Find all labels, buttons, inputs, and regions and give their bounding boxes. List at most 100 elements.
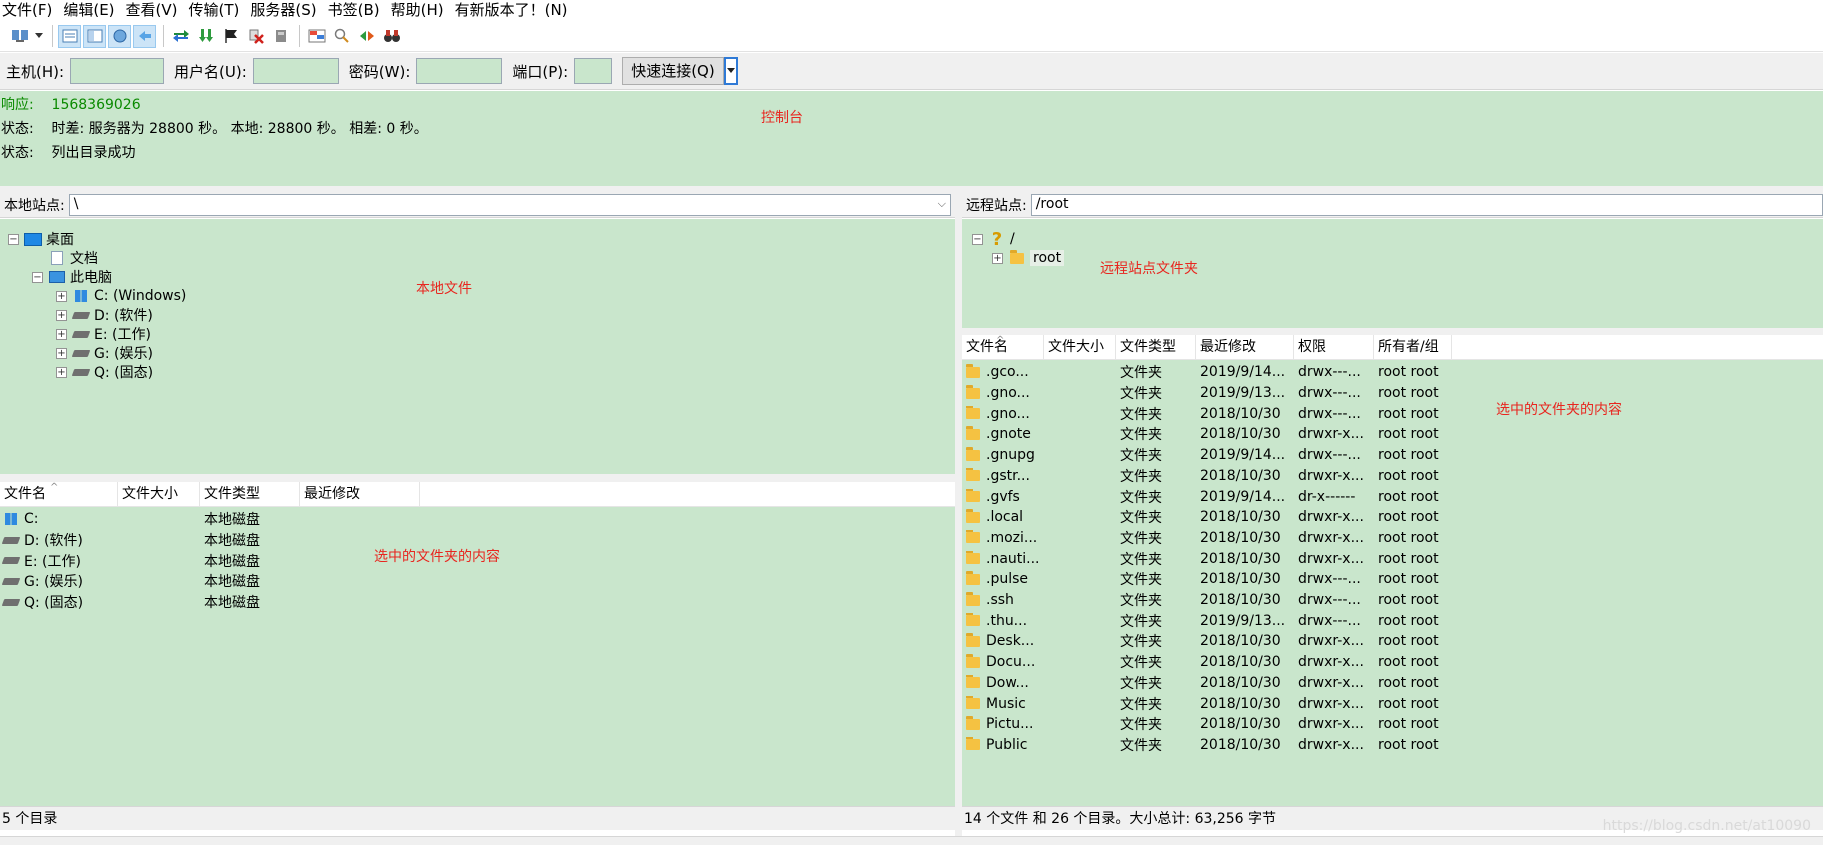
toggle-log-icon[interactable] <box>58 24 81 48</box>
host-input[interactable] <box>70 58 165 84</box>
flag-icon[interactable] <box>219 25 242 48</box>
toggle-queue-icon[interactable] <box>133 24 156 48</box>
local-tree-item[interactable]: + G: (娱乐) <box>56 343 153 363</box>
remote-file-row[interactable]: .gnote 文件夹 2018/10/30 drwxr-x... root root <box>962 424 1452 445</box>
remote-tree-item[interactable]: + root <box>992 248 1065 268</box>
remote-column-header[interactable]: 所有者/组 <box>1374 335 1452 359</box>
local-file-row[interactable]: Q: (固态) 本地磁盘 <box>0 592 420 613</box>
quickconnect-button[interactable]: 快速连接(Q) <box>622 57 724 85</box>
menu-item[interactable]: 传输(T) <box>187 0 244 20</box>
remote-file-row[interactable]: Pictu... 文件夹 2018/10/30 drwxr-x... root root <box>962 714 1452 735</box>
remote-column-header[interactable]: 最近修改 <box>1196 335 1294 359</box>
remote-file-row[interactable]: .thu... 文件夹 2019/9/13... drwx---... root roo… <box>962 610 1452 631</box>
sync-browse-icon[interactable] <box>355 25 378 48</box>
port-input[interactable] <box>574 58 613 84</box>
quickconnect-dropdown-button[interactable] <box>723 57 738 85</box>
toggle-local-tree-icon[interactable] <box>83 24 106 48</box>
remote-path-input[interactable]: /root <box>1030 193 1823 216</box>
remote-file-row[interactable]: .pulse 文件夹 2018/10/30 drwx---... root root <box>962 569 1452 590</box>
local-tree-item[interactable]: + E: (工作) <box>56 324 151 344</box>
remote-cell-type: 文件夹 <box>1116 362 1196 382</box>
remote-file-row[interactable]: .ssh 文件夹 2018/10/30 drwx---... root root <box>962 590 1452 611</box>
search-icon[interactable] <box>330 25 353 48</box>
site-manager-icon[interactable] <box>8 25 31 48</box>
remote-file-row[interactable]: .gno... 文件夹 2018/10/30 drwx---... root root <box>962 403 1452 424</box>
menu-item[interactable]: 帮助(H) <box>389 0 448 20</box>
username-input[interactable] <box>252 58 339 84</box>
collapse-icon[interactable]: − <box>32 271 43 283</box>
local-file-row[interactable]: E: (工作) 本地磁盘 <box>0 550 420 571</box>
local-column-header[interactable]: 最近修改 <box>300 482 420 506</box>
menu-item[interactable]: 查看(V) <box>124 0 182 20</box>
remote-file-list[interactable]: 文件名 ^ 文件大小 文件类型 最近修改 权限 所有者/组 .gco... 文件夹 2019/9… <box>962 335 1823 806</box>
expand-icon[interactable]: + <box>56 309 67 321</box>
local-tree-item[interactable]: 文档 <box>32 248 98 268</box>
remote-file-row[interactable]: .nauti... 文件夹 2018/10/30 drwxr-x... root roo… <box>962 548 1452 569</box>
remote-cell-name: Dow... <box>962 674 1044 691</box>
local-tree-panel[interactable]: − 桌面 文档 − 此电脑 + C: (Windows) + D: (软件) + E: (工作) + G… <box>0 219 955 474</box>
expand-icon[interactable]: + <box>56 366 67 378</box>
disconnect-icon[interactable] <box>269 25 292 48</box>
local-splitter[interactable] <box>0 474 955 482</box>
password-input[interactable] <box>416 58 503 84</box>
remote-file-row[interactable]: .gvfs 文件夹 2019/9/14... dr-x------ root root <box>962 486 1452 507</box>
menu-item[interactable]: 编辑(E) <box>61 0 118 20</box>
document-icon <box>48 250 66 266</box>
remote-tree-item[interactable]: −? / <box>972 229 1015 250</box>
local-column-header[interactable]: 文件大小 <box>118 482 200 506</box>
local-tree-item[interactable]: + Q: (固态) <box>56 362 153 382</box>
local-tree-item[interactable]: + D: (软件) <box>56 305 153 325</box>
local-tree-item[interactable]: − 桌面 <box>8 229 74 249</box>
expand-icon[interactable]: + <box>56 328 67 340</box>
remote-column-header[interactable]: 文件大小 <box>1044 335 1116 359</box>
local-column-header[interactable]: 文件类型 <box>200 482 300 506</box>
local-path-input[interactable]: \ ⌵ <box>68 193 951 216</box>
menu-item[interactable]: 服务器(S) <box>248 0 320 20</box>
remote-column-header[interactable]: 权限 <box>1294 335 1374 359</box>
local-file-row[interactable]: C: 本地磁盘 <box>0 509 420 530</box>
local-tree-item[interactable]: − 此电脑 <box>32 267 112 287</box>
binoculars-icon[interactable] <box>380 25 403 48</box>
process-queue-icon[interactable] <box>194 25 217 48</box>
remote-file-row[interactable]: .mozi... 文件夹 2018/10/30 drwxr-x... root root <box>962 528 1452 549</box>
directory-compare-icon[interactable] <box>305 25 328 48</box>
remote-cell-name: Desk... <box>962 633 1044 649</box>
remote-file-row[interactable]: Music 文件夹 2018/10/30 drwxr-x... root root <box>962 693 1452 714</box>
pane-splitter[interactable] <box>955 186 962 836</box>
local-column-header[interactable]: 文件名 ^ <box>0 482 118 506</box>
remote-file-row[interactable]: Public 文件夹 2018/10/30 drwxr-x... root root <box>962 735 1452 756</box>
remote-file-row[interactable]: .gstr... 文件夹 2018/10/30 drwxr-x... root root <box>962 466 1452 487</box>
remote-file-row[interactable]: Desk... 文件夹 2018/10/30 drwxr-x... root root <box>962 631 1452 652</box>
expand-icon[interactable]: + <box>56 290 67 302</box>
menu-item[interactable]: 有新版本了！(N) <box>453 0 572 20</box>
local-file-list[interactable]: 文件名 ^ 文件大小 文件类型 最近修改 C: 本地磁盘 D: (软件) 本地磁盘 E: (工作… <box>0 482 955 806</box>
collapse-icon[interactable]: − <box>8 233 19 245</box>
menu-item[interactable]: 文件(F) <box>0 0 56 20</box>
toggle-remote-tree-icon[interactable] <box>108 24 131 48</box>
remote-file-row[interactable]: .gnupg 文件夹 2019/9/14... drwx---... root root <box>962 445 1452 466</box>
refresh-icon[interactable] <box>169 25 192 48</box>
expand-icon[interactable]: + <box>992 252 1003 264</box>
local-file-row[interactable]: D: (软件) 本地磁盘 <box>0 530 420 551</box>
remote-cell-text: root root <box>1378 633 1439 650</box>
dropdown-arrow-icon[interactable] <box>33 25 45 48</box>
drive-icon <box>1 573 21 589</box>
remote-column-header[interactable]: 文件类型 <box>1116 335 1196 359</box>
cancel-icon[interactable] <box>244 25 267 48</box>
remote-cell-modified: 2018/10/30 <box>1196 696 1294 712</box>
remote-tree-panel[interactable]: −? / + root <box>962 219 1823 328</box>
remote-splitter[interactable] <box>962 328 1823 335</box>
remote-file-row[interactable]: Dow... 文件夹 2018/10/30 drwxr-x... root root <box>962 673 1452 694</box>
remote-file-row[interactable]: Docu... 文件夹 2018/10/30 drwxr-x... root root <box>962 652 1452 673</box>
chevron-down-icon[interactable]: ⌵ <box>938 197 946 211</box>
expand-icon[interactable]: + <box>56 347 67 359</box>
remote-file-row[interactable]: .gco... 文件夹 2019/9/14... drwx---... root roo… <box>962 362 1452 383</box>
remote-file-row[interactable]: .gno... 文件夹 2019/9/13... drwx---... root roo… <box>962 383 1452 404</box>
collapse-icon[interactable]: − <box>972 233 983 245</box>
menu-item[interactable]: 书签(B) <box>326 0 384 20</box>
remote-column-header[interactable]: 文件名 ^ <box>962 335 1044 359</box>
message-log[interactable]: 响应: 1568369026 状态: 时差: 服务器为 28800 秒。 本地: … <box>0 91 1823 186</box>
remote-file-row[interactable]: .local 文件夹 2018/10/30 drwxr-x... root root <box>962 507 1452 528</box>
local-tree-item[interactable]: + C: (Windows) <box>56 286 186 306</box>
local-file-row[interactable]: G: (娱乐) 本地磁盘 <box>0 571 420 592</box>
